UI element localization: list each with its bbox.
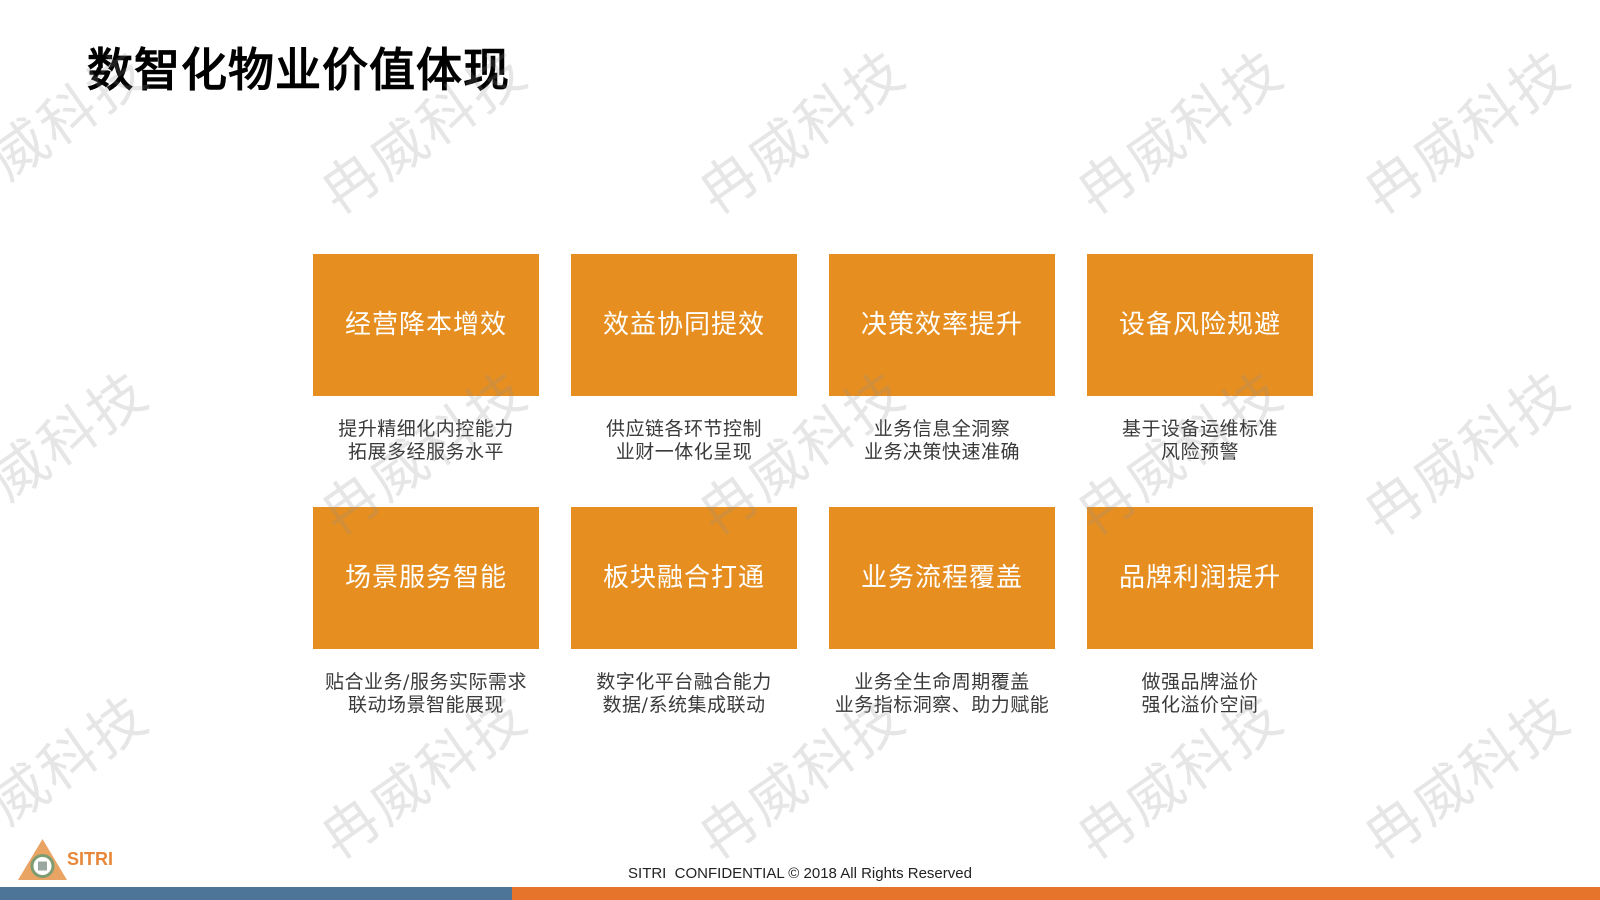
description-line: 供应链各环节控制 — [605, 418, 762, 440]
watermark-text: 冉威科技 — [1065, 38, 1297, 227]
description-line: 强化溢价空间 — [1141, 694, 1259, 716]
value-card-title: 业务流程覆盖 — [860, 563, 1023, 593]
value-card: 设备风险规避 — [1087, 254, 1313, 396]
description-line: 基于设备运维标准 — [1121, 418, 1278, 440]
watermark-text: 冉威科技 — [0, 359, 162, 548]
value-card: 经营降本增效 — [313, 254, 539, 396]
value-card-title: 设备风险规避 — [1118, 310, 1281, 340]
value-card-title: 经营降本增效 — [344, 310, 507, 340]
value-card-title: 决策效率提升 — [860, 310, 1023, 340]
slide-title: 数智化物业价值体现 — [87, 43, 510, 97]
value-card: 业务流程覆盖 — [829, 507, 1055, 649]
value-card-description: 业务全生命周期覆盖 业务指标洞察、助力赋能 — [812, 671, 1072, 717]
value-card-title: 效益协同提效 — [602, 310, 765, 340]
value-card-title: 板块融合打通 — [602, 563, 765, 593]
description-line: 联动场景智能展现 — [347, 694, 504, 716]
footer-bar-right — [512, 887, 1600, 900]
watermark-text: 冉威科技 — [687, 38, 919, 227]
watermark-text: 冉威科技 — [1352, 359, 1584, 548]
description-line: 业务指标洞察、助力赋能 — [834, 694, 1050, 716]
description-line: 做强品牌溢价 — [1141, 671, 1259, 693]
description-line: 提升精细化内控能力 — [338, 418, 514, 440]
description-line: 风险预警 — [1160, 441, 1239, 463]
description-line: 拓展多经服务水平 — [347, 441, 504, 463]
slide-canvas: 数智化物业价值体现 经营降本增效 提升精细化内控能力 拓展多经服务水平 效益协同… — [0, 0, 1600, 900]
watermark-text: 冉威科技 — [1352, 38, 1584, 227]
description-line: 数据/系统集成联动 — [602, 694, 766, 716]
description-line: 贴合业务/服务实际需求 — [325, 671, 527, 693]
description-line: 业务全生命周期覆盖 — [854, 671, 1030, 693]
footer-copyright: SITRI CONFIDENTIAL © 2018 All Rights Res… — [628, 865, 972, 882]
description-line: 数字化平台融合能力 — [596, 671, 772, 693]
value-card: 场景服务智能 — [313, 507, 539, 649]
value-card-description: 数字化平台融合能力 数据/系统集成联动 — [554, 671, 814, 717]
value-card-description: 贴合业务/服务实际需求 联动场景智能展现 — [296, 671, 556, 717]
value-card: 板块融合打通 — [571, 507, 797, 649]
description-line: 业务信息全洞察 — [873, 418, 1011, 440]
value-card-description: 做强品牌溢价 强化溢价空间 — [1070, 671, 1330, 717]
value-card-description: 业务信息全洞察 业务决策快速准确 — [812, 418, 1072, 464]
value-card: 效益协同提效 — [571, 254, 797, 396]
value-card-title: 场景服务智能 — [344, 563, 507, 593]
value-card: 决策效率提升 — [829, 254, 1055, 396]
value-card-title: 品牌利润提升 — [1118, 563, 1281, 593]
description-line: 业财一体化呈现 — [615, 441, 753, 463]
value-card-description: 提升精细化内控能力 拓展多经服务水平 — [296, 418, 556, 464]
footer-bar-left — [0, 887, 512, 900]
description-line: 业务决策快速准确 — [863, 441, 1020, 463]
value-card: 品牌利润提升 — [1087, 507, 1313, 649]
value-card-description: 供应链各环节控制 业财一体化呈现 — [554, 418, 814, 464]
value-card-description: 基于设备运维标准 风险预警 — [1070, 418, 1330, 464]
watermark-text: 冉威科技 — [1352, 683, 1584, 872]
